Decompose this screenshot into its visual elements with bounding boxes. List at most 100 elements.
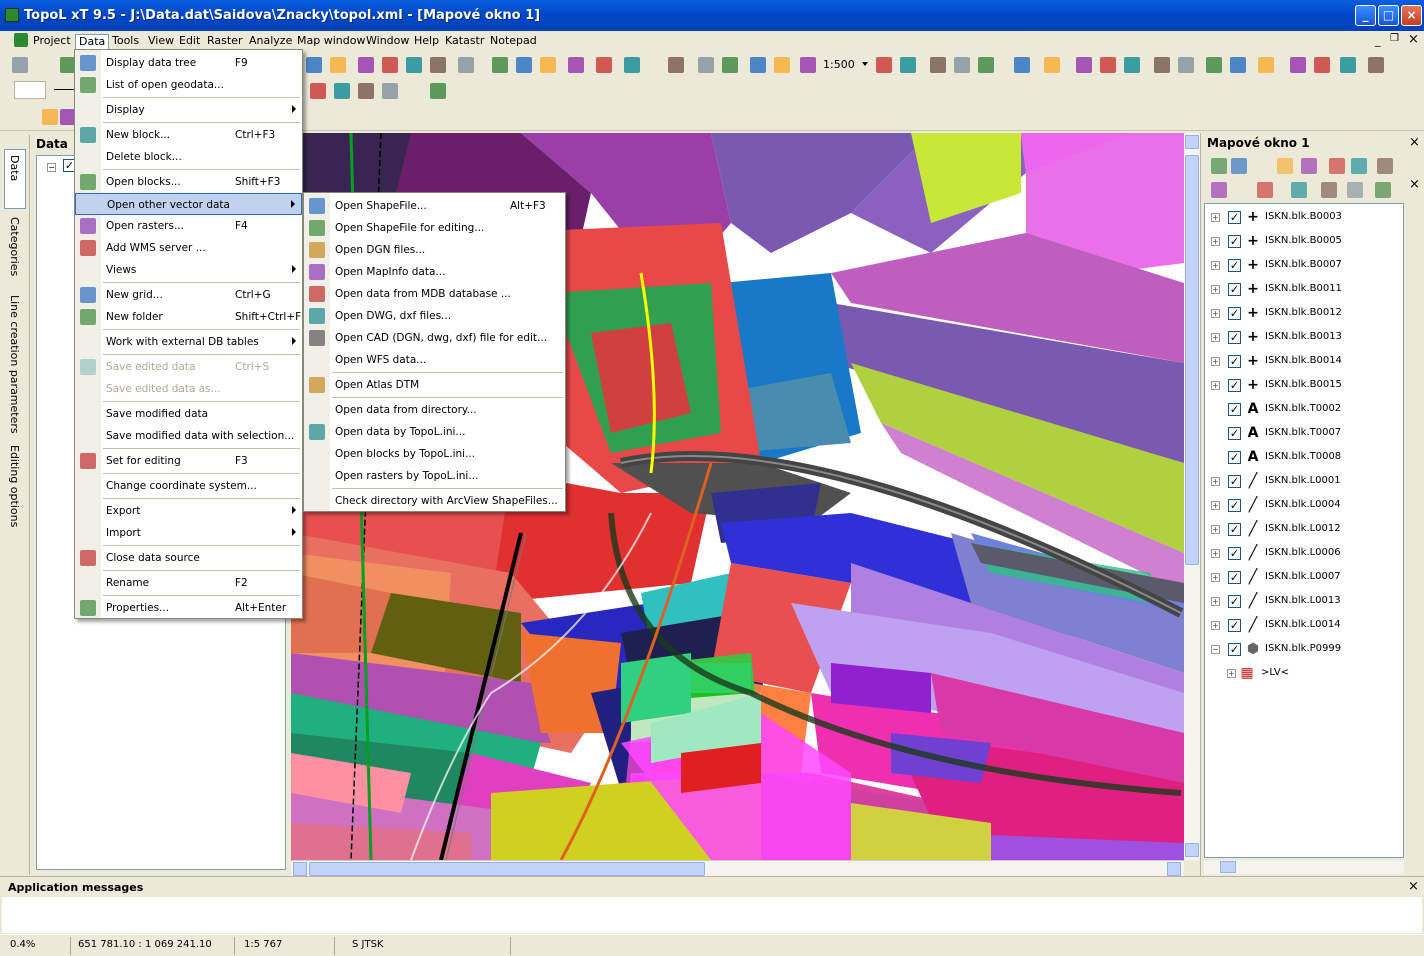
tree-expander-icon[interactable]: − xyxy=(47,163,56,172)
messages-close-icon[interactable]: × xyxy=(1408,879,1419,894)
toolbar-tool-icon[interactable] xyxy=(492,57,508,73)
toolbar-tool-icon[interactable] xyxy=(698,57,714,73)
tab-data[interactable]: Data xyxy=(8,155,21,181)
layer-row[interactable]: + ✓ ╱ ISKN.blk.L0014 xyxy=(1205,614,1405,638)
mdi-close-icon[interactable]: × xyxy=(1408,32,1419,47)
toolbar-tool-icon[interactable] xyxy=(900,57,916,73)
toolbar-tool-icon[interactable] xyxy=(750,57,766,73)
mdi-minimize-icon[interactable]: _ xyxy=(1375,34,1381,47)
layer-row[interactable]: + ✓ + ISKN.blk.B0007 xyxy=(1205,254,1405,278)
layer-tool-icon[interactable] xyxy=(1321,182,1337,198)
toolbar-tool-icon[interactable] xyxy=(596,57,612,73)
layer-visibility-checkbox[interactable]: ✓ xyxy=(1228,403,1241,416)
layer-tool-icon[interactable] xyxy=(1301,158,1317,174)
toolbar-tool-icon[interactable] xyxy=(1014,57,1030,73)
toolbar-tool-icon[interactable] xyxy=(1314,57,1330,73)
menu-item-close-data-source[interactable]: Close data source xyxy=(75,547,302,569)
toolbar-tool-icon[interactable] xyxy=(978,57,994,73)
toolbar-tool-icon[interactable] xyxy=(330,57,346,73)
menu-item-rename[interactable]: Rename F2 xyxy=(75,572,302,594)
menu-map-window[interactable]: Map window xyxy=(294,34,368,50)
layer-row[interactable]: + ✓ + ISKN.blk.B0013 xyxy=(1205,326,1405,350)
menu-item-open-other-vector-data[interactable]: Open other vector data xyxy=(75,193,302,215)
layer-tool-icon[interactable] xyxy=(1211,182,1227,198)
menu-item-change-coordinate-system[interactable]: Change coordinate system... xyxy=(75,475,302,497)
toolbar-tool-icon[interactable] xyxy=(516,57,532,73)
layer-expander-icon[interactable]: + xyxy=(1211,621,1220,630)
layer-row[interactable]: + ✓ ╱ ISKN.blk.L0012 xyxy=(1205,518,1405,542)
toolbar-tool-icon[interactable] xyxy=(800,57,816,73)
menu-item-open-dwg-dxf-files[interactable]: Open DWG, dxf files... xyxy=(304,305,565,327)
scroll-down-icon[interactable] xyxy=(1185,843,1199,857)
menu-item-check-directory-with-arcview-shapefiles[interactable]: Check directory with ArcView ShapeFiles.… xyxy=(304,490,565,512)
menu-raster[interactable]: Raster xyxy=(204,34,245,50)
menu-item-work-with-external-db-tables[interactable]: Work with external DB tables xyxy=(75,331,302,353)
layer-visibility-checkbox[interactable]: ✓ xyxy=(1228,331,1241,344)
layer-row[interactable]: ✓ A ISKN.blk.T0008 xyxy=(1205,446,1405,470)
layer-row[interactable]: + ✓ + ISKN.blk.B0011 xyxy=(1205,278,1405,302)
toolbar-tool-icon[interactable] xyxy=(1368,57,1384,73)
menu-item-open-dgn-files[interactable]: Open DGN files... xyxy=(304,239,565,261)
menu-item-new-folder[interactable]: New folder Shift+Ctrl+F xyxy=(75,306,302,328)
menu-item-views[interactable]: Views xyxy=(75,259,302,281)
scale-combo[interactable]: 1:500 xyxy=(823,58,855,71)
layer-expander-icon[interactable]: + xyxy=(1211,573,1220,582)
tab-line-creation-parameters[interactable]: Line creation parameters xyxy=(8,295,21,434)
layer-tool-icon[interactable] xyxy=(1231,158,1247,174)
menu-item-export[interactable]: Export xyxy=(75,500,302,522)
layer-row[interactable]: + ✓ + ISKN.blk.B0015 xyxy=(1205,374,1405,398)
menu-analyze[interactable]: Analyze xyxy=(246,34,295,50)
menu-item-list-of-open-geodata[interactable]: List of open geodata... xyxy=(75,74,302,96)
layer-row[interactable]: + ✓ + ISKN.blk.B0005 xyxy=(1205,230,1405,254)
toolbar-tool-icon[interactable] xyxy=(12,57,28,73)
layer-expander-icon[interactable]: + xyxy=(1211,477,1220,486)
toolbar-tool-icon[interactable] xyxy=(358,57,374,73)
layer-row[interactable]: ✓ A ISKN.blk.T0007 xyxy=(1205,422,1405,446)
toolbar-tool-icon[interactable] xyxy=(334,83,350,99)
menu-katastr[interactable]: Katastr xyxy=(442,34,487,50)
toolbar-tool-icon[interactable] xyxy=(382,57,398,73)
menu-item-new-grid[interactable]: New grid... Ctrl+G xyxy=(75,284,302,306)
layer-tool-icon[interactable] xyxy=(1277,158,1293,174)
color-combo[interactable] xyxy=(14,81,46,99)
layer-expander-icon[interactable]: + xyxy=(1211,597,1220,606)
layer-visibility-checkbox[interactable]: ✓ xyxy=(1228,259,1241,272)
menu-help[interactable]: Help xyxy=(411,34,442,50)
menu-notepad[interactable]: Notepad xyxy=(487,34,540,50)
toolbar-tool-icon[interactable] xyxy=(1154,57,1170,73)
toolbar-tool-icon[interactable] xyxy=(306,57,322,73)
scroll-up-icon[interactable] xyxy=(1185,135,1199,149)
menu-item-display-data-tree[interactable]: Display data tree F9 xyxy=(75,52,302,74)
menu-item-open-data-by-topol-ini[interactable]: Open data by TopoL.ini... xyxy=(304,421,565,443)
menu-item-open-rasters-by-topol-ini[interactable]: Open rasters by TopoL.ini... xyxy=(304,465,565,487)
menu-item-open-shapefile-for-editing[interactable]: Open ShapeFile for editing... xyxy=(304,217,565,239)
layer-tool-icon[interactable] xyxy=(1291,182,1307,198)
menu-item-open-blocks[interactable]: Open blocks... Shift+F3 xyxy=(75,171,302,193)
menu-item-display[interactable]: Display xyxy=(75,99,302,121)
layer-row[interactable]: + ✓ ╱ ISKN.blk.L0006 xyxy=(1205,542,1405,566)
layer-tool-icon[interactable] xyxy=(1377,158,1393,174)
layers-toolbar-close-icon[interactable]: × xyxy=(1409,177,1420,192)
layer-visibility-checkbox[interactable]: ✓ xyxy=(1228,355,1241,368)
map-horizontal-scrollbar[interactable] xyxy=(291,860,1184,876)
layer-expander-icon[interactable]: + xyxy=(1211,357,1220,366)
layer-tool-icon[interactable] xyxy=(1347,182,1363,198)
layer-expander-icon[interactable]: + xyxy=(1211,381,1220,390)
toolbar-tool-icon[interactable] xyxy=(722,57,738,73)
menu-item-open-rasters[interactable]: Open rasters... F4 xyxy=(75,215,302,237)
minimize-button[interactable]: _ xyxy=(1355,5,1376,26)
layer-tool-icon[interactable] xyxy=(1351,158,1367,174)
tab-editing-options[interactable]: Editing options xyxy=(8,445,21,527)
layer-row[interactable]: − ✓ ⬢ ISKN.blk.P0999 xyxy=(1205,638,1405,662)
layer-visibility-checkbox[interactable]: ✓ xyxy=(1228,427,1241,440)
toolbar-tool-icon[interactable] xyxy=(1230,57,1246,73)
layer-list[interactable]: + ✓ + ISKN.blk.B0003 + ✓ + ISKN.blk.B0005 + ✓ + ISK… xyxy=(1204,203,1404,858)
menu-item-open-mapinfo-data[interactable]: Open MapInfo data... xyxy=(304,261,565,283)
menu-edit[interactable]: Edit xyxy=(176,34,203,50)
layer-visibility-checkbox[interactable]: ✓ xyxy=(1228,499,1241,512)
layer-row[interactable]: + ✓ + ISKN.blk.B0012 xyxy=(1205,302,1405,326)
horizontal-scroll-thumb[interactable] xyxy=(309,862,705,876)
layer-visibility-checkbox[interactable]: ✓ xyxy=(1228,307,1241,320)
maximize-button[interactable]: □ xyxy=(1378,5,1399,26)
layer-visibility-checkbox[interactable]: ✓ xyxy=(1228,571,1241,584)
